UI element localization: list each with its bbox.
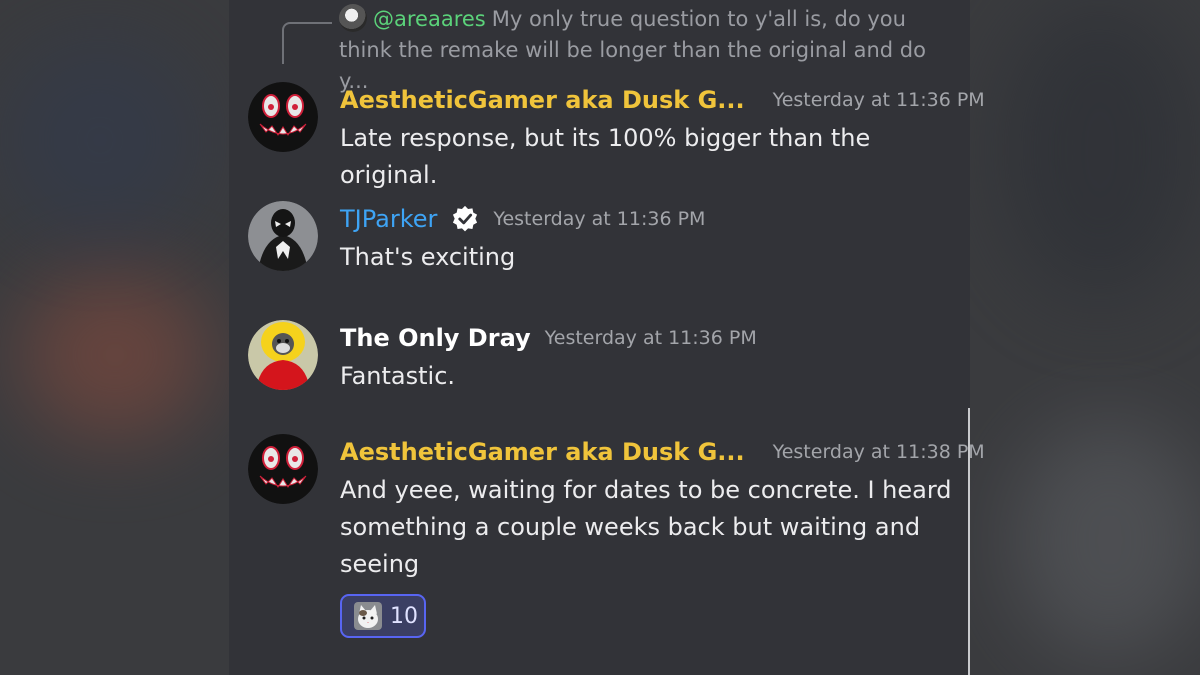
reaction-count: 10 (390, 603, 418, 629)
message-line: Late response, but its 100% bigger than … (340, 124, 871, 189)
message-line: seeing (340, 550, 420, 578)
reply-mention[interactable]: @areaares (373, 7, 486, 31)
message-text: That's exciting (340, 239, 960, 276)
reaction-button[interactable]: 10 (340, 594, 426, 638)
timestamp: Yesterday at 11:36 PM (493, 208, 706, 230)
avatar[interactable] (248, 434, 318, 504)
white-verified-badge-icon (453, 205, 478, 232)
avatar[interactable] (248, 201, 318, 271)
cat-emoji-icon (354, 602, 382, 630)
reply-text-line-1: My only true question to y'all is, do yo… (491, 7, 906, 31)
username[interactable]: The Only Dray (340, 324, 531, 352)
message-text: And yeee, waiting for dates to be concre… (340, 472, 960, 583)
username[interactable]: AestheticGamer aka Dusk G... (340, 86, 745, 114)
username[interactable]: AestheticGamer aka Dusk G... (340, 438, 745, 466)
username[interactable]: TJParker (340, 205, 437, 233)
timestamp: Yesterday at 11:38 PM (772, 441, 985, 463)
message-line: And yeee, waiting for dates to be concre… (340, 476, 952, 504)
timestamp: Yesterday at 11:36 PM (544, 327, 757, 349)
timestamp: Yesterday at 11:36 PM (772, 89, 985, 111)
message-line: something a couple weeks back but waitin… (340, 513, 921, 541)
reply-connector (282, 22, 332, 64)
message-text: Late response, but its 100% bigger than … (340, 120, 960, 194)
message-line: Fantastic. (340, 362, 456, 390)
message-line: That's exciting (340, 243, 516, 271)
avatar[interactable] (248, 82, 318, 152)
reply-avatar[interactable] (339, 4, 367, 32)
message-text: Fantastic. (340, 358, 960, 395)
avatar[interactable] (248, 320, 318, 390)
